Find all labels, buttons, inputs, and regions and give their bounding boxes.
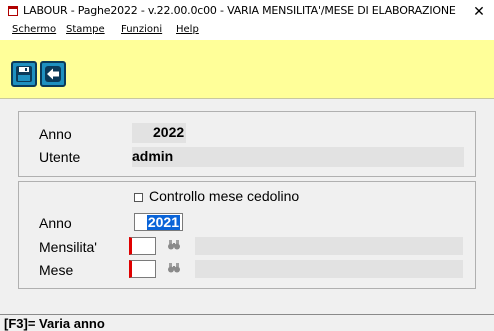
menu-stampe[interactable]: Stampe bbox=[66, 24, 105, 35]
mese-input[interactable] bbox=[129, 260, 156, 278]
mensilita-label: Mensilita' bbox=[39, 239, 97, 255]
save-button[interactable] bbox=[11, 61, 37, 87]
mese-label: Mese bbox=[39, 262, 74, 278]
anno-input[interactable]: 2021 bbox=[134, 213, 183, 231]
info-panel: Anno 2022 Utente admin bbox=[18, 111, 476, 177]
utente-value: admin bbox=[132, 148, 174, 164]
back-arrow-icon bbox=[45, 66, 61, 82]
menu-help[interactable]: Help bbox=[176, 24, 199, 35]
binoculars-icon[interactable] bbox=[168, 240, 180, 250]
anno-label: Anno bbox=[39, 126, 72, 142]
toolbar bbox=[0, 40, 494, 99]
menu-schermo[interactable]: Schermo bbox=[12, 24, 56, 35]
utente-value-field bbox=[132, 147, 464, 167]
controllo-mese-checkbox[interactable] bbox=[134, 193, 143, 202]
save-icon bbox=[16, 66, 32, 82]
menu-funzioni[interactable]: Funzioni bbox=[121, 24, 162, 35]
form-panel: Controllo mese cedolino Anno 2021 Mensil… bbox=[18, 181, 476, 289]
mensilita-description-field bbox=[195, 237, 463, 255]
binoculars-icon[interactable] bbox=[168, 263, 180, 273]
mensilita-input[interactable] bbox=[129, 237, 156, 255]
menu-bar: Schermo Stampe Funzioni Help bbox=[0, 22, 494, 40]
close-button[interactable]: ✕ bbox=[464, 0, 494, 22]
window-title: LABOUR - Paghe2022 - v.22.00.0c00 - VARI… bbox=[23, 4, 456, 17]
anno-input-value: 2021 bbox=[146, 214, 180, 230]
status-bar: [F3]= Varia anno bbox=[0, 314, 494, 331]
mese-description-field bbox=[195, 260, 463, 278]
utente-label: Utente bbox=[39, 149, 81, 165]
anno-value: 2022 bbox=[153, 124, 185, 140]
app-icon bbox=[8, 6, 18, 16]
anno-input-label: Anno bbox=[39, 215, 72, 231]
controllo-mese-label: Controllo mese cedolino bbox=[149, 188, 300, 204]
back-button[interactable] bbox=[40, 61, 66, 87]
title-bar: LABOUR - Paghe2022 - v.22.00.0c00 - VARI… bbox=[0, 0, 494, 22]
